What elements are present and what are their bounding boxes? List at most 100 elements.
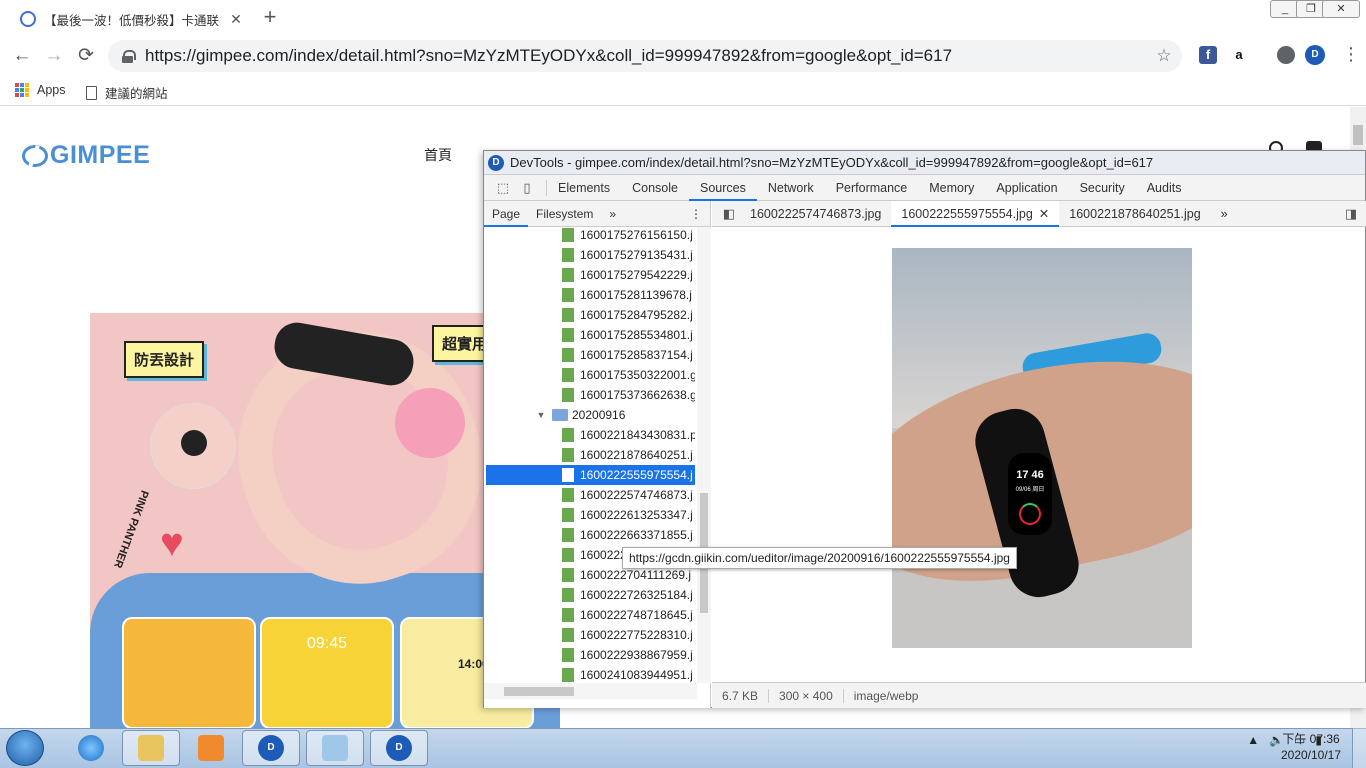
bookmark-star-icon[interactable]: ☆ <box>1150 46 1178 66</box>
more-tabs-icon[interactable]: » <box>1211 201 1238 227</box>
file-name: 1600175285837154.j <box>580 348 693 362</box>
show-desktop-button[interactable] <box>1352 728 1366 768</box>
file-name: 1600175285534801.j <box>580 328 693 342</box>
devtools-panel-tabs: ⬚ ▯ Elements Console Sources Network Per… <box>484 175 1365 201</box>
menu-icon[interactable]: ⋮ <box>1342 44 1360 65</box>
site-logo[interactable]: GIMPEE <box>22 141 150 170</box>
file-tree-item[interactable]: 1600222574746873.j <box>486 485 695 505</box>
editor-tab[interactable]: 1600221878640251.jpg <box>1059 201 1210 227</box>
file-tree-item[interactable]: 1600175350322001.g <box>486 365 695 385</box>
lock-icon <box>122 49 136 63</box>
forward-icon[interactable]: → <box>42 44 66 68</box>
amazon-extension-icon[interactable]: a <box>1230 46 1248 64</box>
back-icon[interactable]: ← <box>10 44 34 68</box>
app-d-taskbar-icon[interactable]: D <box>242 730 300 766</box>
file-name: 1600221843430831.p <box>580 428 695 442</box>
navigator-horizontal-scrollbar[interactable] <box>484 683 697 699</box>
folder-item[interactable]: ▼ 20200916 <box>486 405 695 425</box>
file-tree-item[interactable]: 1600175373662638.g <box>486 385 695 405</box>
image-mime: image/webp <box>853 688 919 703</box>
explorer-taskbar-icon[interactable] <box>122 730 180 766</box>
file-tree-item[interactable]: 1600222938867959.j <box>486 645 695 665</box>
variant-tile-yellow <box>122 617 256 728</box>
close-tab-icon[interactable]: ✕ <box>228 11 244 28</box>
start-button[interactable] <box>6 730 44 766</box>
file-tree-item[interactable]: 1600175279135431.j <box>486 245 695 265</box>
new-tab-button[interactable]: + <box>258 4 282 30</box>
reload-icon[interactable]: ⟳ <box>74 44 98 68</box>
file-tree-item[interactable]: 1600175285534801.j <box>486 325 695 345</box>
file-tree-item[interactable]: 1600222748718645.j <box>486 605 695 625</box>
address-bar[interactable]: https://gimpee.com/index/detail.html?sno… <box>108 40 1182 72</box>
navigator-more-icon[interactable]: » <box>601 201 624 227</box>
profile-avatar[interactable] <box>1277 46 1295 64</box>
navigator-tab-filesystem[interactable]: Filesystem <box>528 201 601 227</box>
tab-application[interactable]: Application <box>985 175 1068 201</box>
sources-navigator: Page Filesystem » ⋮ 1600175276156150.j 16… <box>484 201 1017 708</box>
scrollbar-thumb[interactable] <box>1353 125 1363 145</box>
media-player-taskbar-icon[interactable] <box>182 730 240 766</box>
close-tab-icon[interactable]: ✕ <box>1039 201 1049 225</box>
file-icon <box>562 428 574 442</box>
navigator-menu-icon[interactable]: ⋮ <box>682 201 710 227</box>
navigator-tab-page[interactable]: Page <box>484 201 529 227</box>
file-icon <box>562 508 574 522</box>
tab-memory[interactable]: Memory <box>918 175 985 201</box>
tab-security[interactable]: Security <box>1069 175 1136 201</box>
extension-d-icon[interactable]: D <box>1305 45 1325 65</box>
tab-audits[interactable]: Audits <box>1136 175 1193 201</box>
scrollbar-thumb[interactable] <box>504 687 574 696</box>
file-icon <box>562 288 574 302</box>
url-text[interactable]: https://gimpee.com/index/detail.html?sno… <box>145 46 1150 66</box>
notepad-taskbar-icon[interactable] <box>306 730 364 766</box>
file-tree-item[interactable]: 1600222663371855.j <box>486 525 695 545</box>
file-name: 1600222613253347.j <box>580 508 693 522</box>
tab-sources[interactable]: Sources <box>688 175 757 201</box>
navigator-vertical-scrollbar[interactable] <box>697 227 711 683</box>
devtools-titlebar[interactable]: D DevTools - gimpee.com/index/detail.htm… <box>484 151 1365 175</box>
file-tree-item[interactable]: 1600222726325184.j <box>486 585 695 605</box>
editor-tab-active[interactable]: 1600222555975554.jpg ✕ <box>891 200 1060 227</box>
toggle-debugger-icon[interactable]: ◨ <box>1340 203 1362 225</box>
app-d-taskbar-icon-2[interactable]: D <box>370 730 428 766</box>
file-tree-item[interactable]: 1600221878640251.j <box>486 445 695 465</box>
pink-panther-text: PINK PANTHER <box>111 488 151 570</box>
file-tree-item[interactable]: 1600221843430831.p <box>486 425 695 445</box>
file-tree-item[interactable]: 1600175281139678.j <box>486 285 695 305</box>
apps-shortcut[interactable]: Apps <box>15 83 66 97</box>
file-tree-item[interactable]: 1600175276156150.j <box>486 227 695 245</box>
tab-network[interactable]: Network <box>757 175 825 201</box>
navigator-tabs: Page Filesystem » ⋮ <box>484 201 710 227</box>
facebook-extension-icon[interactable]: f <box>1199 46 1217 64</box>
toggle-navigator-icon[interactable]: ◧ <box>718 203 740 225</box>
apps-grid-icon <box>15 83 29 97</box>
browser-tab[interactable]: 【最後一波！低價秒殺】卡通联名 ✕ <box>8 4 244 34</box>
tray-expand-icon[interactable]: ▲ <box>1247 733 1259 747</box>
clock[interactable]: 下午 07:36 2020/10/17 <box>1276 731 1346 763</box>
file-icon <box>562 628 574 642</box>
file-tree-item[interactable]: 1600222555975554.j <box>486 465 695 485</box>
devtools-logo-icon: D <box>488 154 504 171</box>
tab-elements[interactable]: Elements <box>547 175 621 201</box>
file-tree-item[interactable]: 1600175284795282.j <box>486 305 695 325</box>
device-toolbar-icon[interactable]: ▯ <box>516 177 538 199</box>
file-tree-item[interactable]: 1600222613253347.j <box>486 505 695 525</box>
editor-tab[interactable]: 1600222574746873.jpg <box>740 201 891 227</box>
expand-triangle-icon[interactable]: ▼ <box>536 410 546 420</box>
ie-taskbar-icon[interactable] <box>62 730 120 766</box>
file-icon <box>562 468 574 482</box>
devtools-window: D DevTools - gimpee.com/index/detail.htm… <box>483 150 1366 708</box>
file-tree-item[interactable]: 1600241083944951.j <box>486 665 695 683</box>
file-tree-item[interactable]: 1600175279542229.j <box>486 265 695 285</box>
suggested-sites-bookmark[interactable]: 建議的網站 <box>86 83 168 102</box>
file-icon <box>562 368 574 382</box>
close-window-button[interactable]: ✕ <box>1322 0 1360 18</box>
file-tree-item[interactable]: 1600222775228310.j <box>486 625 695 645</box>
nav-home-link[interactable]: 首頁 <box>424 145 452 165</box>
tab-console[interactable]: Console <box>621 175 689 201</box>
tab-performance[interactable]: Performance <box>825 175 919 201</box>
inspect-element-icon[interactable]: ⬚ <box>492 177 514 199</box>
clock-time: 下午 07:36 <box>1282 732 1340 746</box>
file-tree-item[interactable]: 1600175285837154.j <box>486 345 695 365</box>
file-name: 1600175279135431.j <box>580 248 693 262</box>
